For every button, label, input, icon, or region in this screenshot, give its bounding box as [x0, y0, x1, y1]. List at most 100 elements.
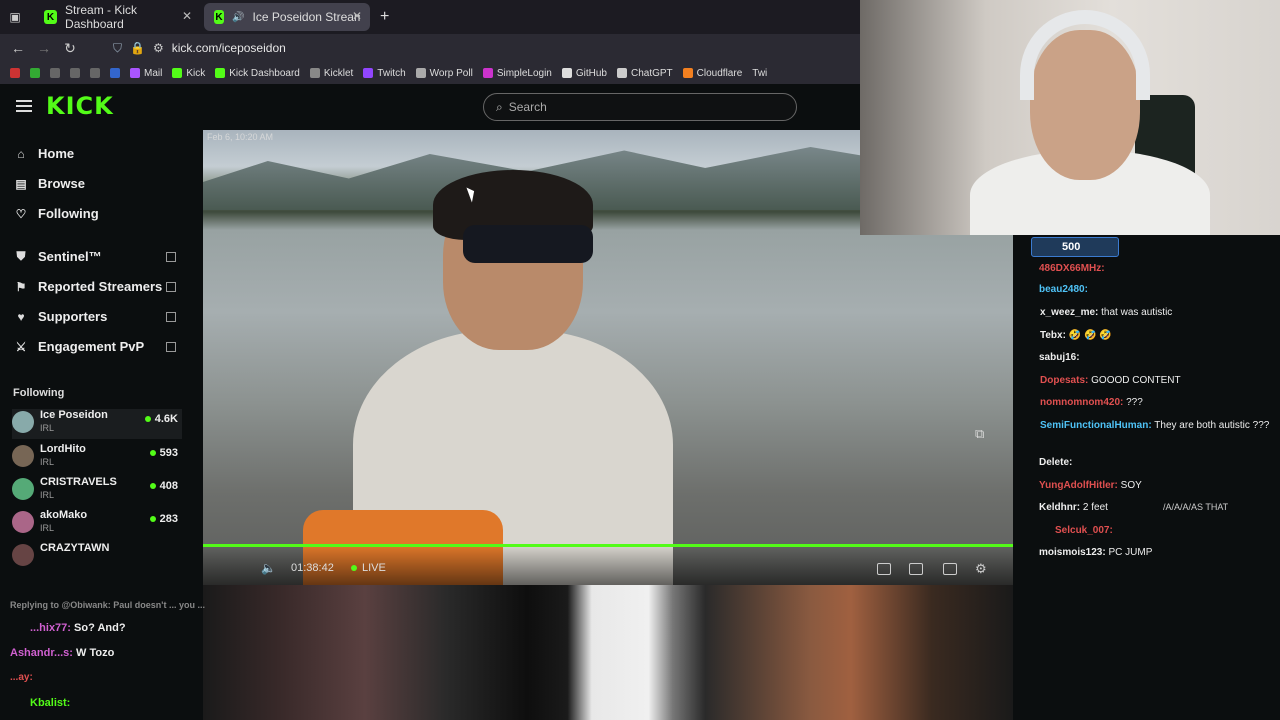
video-person-sunglasses: [463, 225, 593, 263]
heart-icon: ♡: [15, 206, 27, 221]
chat-message: sabuj16:: [1039, 352, 1080, 363]
streamer-category: IRL: [40, 523, 55, 533]
sidebar-streamer[interactable]: LordHito IRL 593: [12, 443, 182, 473]
avatar: [12, 411, 34, 433]
sidebar-item-reported-streamers[interactable]: ⚑ Reported Streamers: [14, 279, 190, 294]
address-bar[interactable]: ⛉ 🔒 ⚙ kick.com/iceposeidon: [113, 41, 286, 56]
heart-icon: ♥: [17, 309, 25, 324]
sidebar-streamer[interactable]: Ice Poseidon IRL 4.6K: [12, 409, 182, 439]
bookmark-kick[interactable]: Kick: [172, 68, 205, 79]
shield-icon[interactable]: ⛉: [113, 41, 122, 56]
chat-message: Selcuk_007:: [1055, 525, 1113, 536]
chat-message: 486DX66MHz:: [1039, 263, 1105, 274]
search-input[interactable]: ⌕ Search: [483, 93, 797, 121]
chat-message: Dopesats: GOOOD CONTENT: [1040, 375, 1181, 386]
bookmark-cloudflare[interactable]: Cloudflare: [682, 68, 742, 79]
theater-mode-icon[interactable]: [909, 563, 923, 575]
streamer-name: CRAZYTAWN: [40, 542, 110, 554]
tab-label: Ice Poseidon Stream - Watc: [252, 10, 360, 24]
browse-icon: ▤: [15, 176, 27, 191]
bookmark-worp-poll[interactable]: Worp Poll: [415, 68, 473, 79]
chat-message: beau2480:: [1039, 284, 1088, 295]
sidebar-item-engagement-pvp[interactable]: ⚔ Engagement PvP: [14, 339, 190, 354]
tab-label: Stream - Kick Dashboard: [65, 3, 138, 31]
lock-icon: 🔒: [130, 41, 145, 55]
sidebar-item-home[interactable]: ⌂ Home: [14, 146, 74, 161]
bookmark-folder-icon[interactable]: [30, 68, 40, 78]
sidebar-item-label: Reported Streamers: [38, 279, 163, 294]
bookmark-folder-icon[interactable]: [90, 68, 100, 78]
menu-icon[interactable]: [16, 100, 32, 112]
back-icon[interactable]: ←: [5, 40, 31, 56]
bookmark-kicklet[interactable]: Kicklet: [309, 68, 353, 79]
external-link-icon: [166, 251, 176, 262]
chat-message: Ashandr...s: W Tozo: [10, 647, 115, 659]
bookmark-twitch[interactable]: Twitch: [363, 68, 406, 79]
chat-glitch-text: /A/A/A/AS THAT: [1163, 502, 1229, 512]
chat-message: x_weez_me: that was autistic: [1040, 307, 1173, 318]
chat-message: moismois123: PC JUMP: [1039, 547, 1153, 558]
home-icon: ⌂: [17, 146, 25, 161]
bookmark-folder-icon[interactable]: [50, 68, 60, 78]
kick-favicon-icon: K: [44, 10, 58, 24]
bookmark-simplelogin[interactable]: SimpleLogin: [482, 68, 552, 79]
video-progress-bar[interactable]: [203, 544, 1013, 547]
pip-icon[interactable]: ⧉: [975, 426, 984, 442]
bookmark-folder-icon[interactable]: [70, 68, 80, 78]
sword-icon: ⚔: [15, 339, 27, 354]
bookmark-github[interactable]: GitHub: [561, 68, 607, 79]
bookmark-mail[interactable]: Mail: [130, 68, 162, 79]
streamer-webcam: [860, 0, 1280, 235]
bookmark-kick-dashboard[interactable]: Kick Dashboard: [215, 68, 300, 79]
viewer-count: 283: [150, 513, 178, 525]
speaker-icon[interactable]: 🔊: [232, 12, 244, 23]
browser-tab-bar: ▣ K Stream - Kick Dashboard ✕ K 🔊 Ice Po…: [0, 0, 860, 34]
new-tab-button[interactable]: +: [380, 8, 389, 26]
url-text[interactable]: kick.com/iceposeidon: [172, 41, 286, 55]
clip-icon[interactable]: [877, 563, 891, 575]
sidebar-item-label: Engagement PvP: [38, 339, 145, 354]
browser-nav-bar: ← → ↻ ⛉ 🔒 ⚙ kick.com/iceposeidon: [0, 34, 860, 62]
external-link-icon: [166, 341, 176, 352]
forward-icon[interactable]: →: [31, 40, 57, 56]
streamer-category: IRL: [40, 423, 55, 433]
kick-favicon-icon: K: [214, 10, 225, 24]
sidebar-item-browse[interactable]: ▤ Browse: [14, 176, 85, 191]
search-icon: ⌕: [496, 99, 503, 114]
search-placeholder: Search: [508, 100, 547, 114]
close-tab-icon[interactable]: ✕: [352, 9, 362, 23]
tab-overview-icon[interactable]: ▣: [0, 10, 30, 24]
bookmark-folder-icon[interactable]: [10, 68, 20, 78]
chat-message: Keldhnr: 2 feet: [1039, 502, 1108, 513]
bookmark-folder-icon[interactable]: [110, 68, 120, 78]
streamer-name: LordHito: [40, 443, 86, 455]
bookmarks-bar: Mail Kick Kick Dashboard Kicklet Twitch …: [0, 62, 860, 84]
tab-ice-poseidon[interactable]: K 🔊 Ice Poseidon Stream - Watc ✕: [204, 3, 370, 31]
reload-icon[interactable]: ↻: [57, 40, 83, 57]
sidebar-streamer[interactable]: CRISTRAVELS IRL 408: [12, 476, 182, 506]
sidebar-item-sentinel[interactable]: ⛊ Sentinel™: [14, 249, 190, 264]
viewer-count: 4.6K: [145, 413, 178, 425]
chat-message: SemiFunctionalHuman: They are both autis…: [1040, 420, 1270, 431]
tab-kick-dashboard[interactable]: K Stream - Kick Dashboard ✕: [34, 3, 200, 31]
kick-logo[interactable]: KICK: [46, 92, 114, 120]
chat-message: ...hix77: So? And?: [30, 622, 126, 634]
volume-icon[interactable]: 🔈: [261, 561, 276, 575]
sidebar-item-following[interactable]: ♡ Following: [14, 206, 99, 221]
sidebar-streamer[interactable]: akoMako IRL 283: [12, 509, 182, 539]
bookmark-chatgpt[interactable]: ChatGPT: [616, 68, 673, 79]
sidebar-item-label: Following: [38, 206, 99, 221]
sidebar-streamer[interactable]: CRAZYTAWN: [12, 542, 182, 572]
sidebar-item-label: Sentinel™: [38, 249, 102, 264]
close-tab-icon[interactable]: ✕: [182, 9, 192, 23]
viewer-count: 408: [150, 480, 178, 492]
sidebar-item-label: Supporters: [38, 309, 108, 324]
settings-gear-icon[interactable]: ⚙: [975, 561, 987, 577]
permissions-icon[interactable]: ⚙: [153, 41, 164, 55]
chat-message: nomnomnom420: ???: [1040, 397, 1143, 408]
fullscreen-icon[interactable]: [943, 563, 957, 575]
overlay-chat: Replying to @Obiwank: Paul doesn't ... y…: [0, 600, 205, 720]
sidebar-item-supporters[interactable]: ♥ Supporters: [14, 309, 190, 324]
bookmark-twitter[interactable]: Twi: [752, 68, 767, 79]
flag-icon: ⚑: [15, 279, 27, 294]
